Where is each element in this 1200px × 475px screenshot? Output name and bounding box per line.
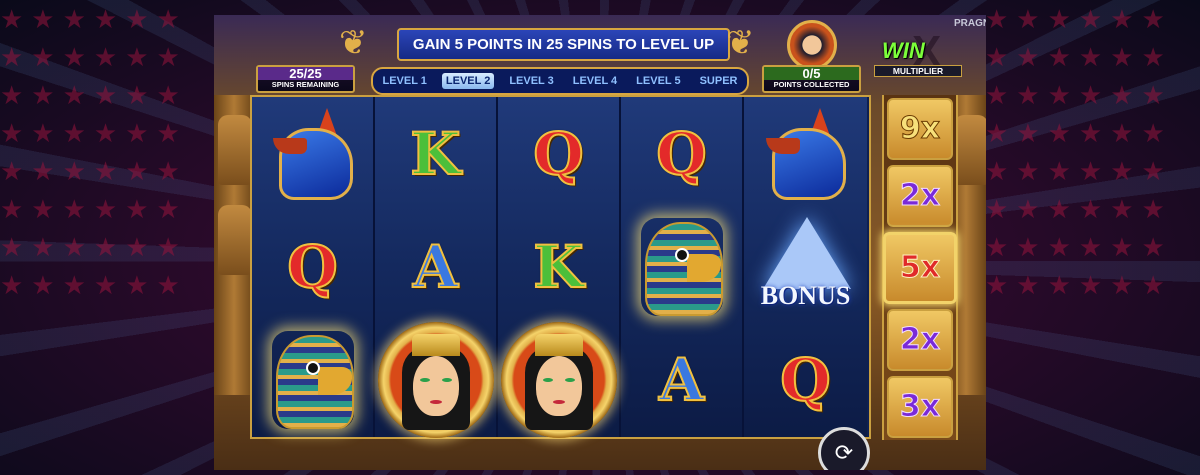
k-symbol: K [532, 232, 584, 301]
multiplier-tile: 3x [887, 375, 953, 438]
slot-game-window: ❦ GAIN 5 POINTS IN 25 SPINS TO LEVEL UP … [214, 15, 986, 470]
q-symbol: Q [779, 345, 832, 414]
reel-3: Q K [498, 97, 621, 438]
symbol-cell [498, 321, 619, 438]
symbol-cell [744, 97, 867, 210]
pharaoh-statue-icon [954, 115, 986, 185]
symbol-cell: Q [744, 323, 867, 436]
cleopatra-avatar-icon [787, 20, 837, 70]
symbol-cell [252, 323, 373, 436]
k-symbol: K [409, 119, 461, 188]
q-symbol: Q [532, 119, 585, 188]
provider-logo: PRAGN [954, 18, 986, 29]
winged-emblem-right-icon: ❦ [726, 24, 755, 62]
cleopatra-scatter-icon [500, 321, 617, 438]
symbol-cell: Q [252, 210, 373, 323]
anubis-symbol-icon [272, 107, 353, 200]
anubis-symbol-icon [765, 107, 846, 200]
reel-2: K A [375, 97, 498, 438]
points-collected-counter: 0/5 POINTS COLLECTED [762, 65, 861, 93]
multiplier-reel: 9x 2x 5x 2x 3x [882, 95, 958, 440]
bonus-label: BONUS [760, 280, 851, 310]
level-progress-bar: LEVEL 1 LEVEL 2 LEVEL 3 LEVEL 4 LEVEL 5 … [371, 67, 749, 95]
spin-button[interactable]: ⟳ [818, 427, 870, 470]
symbol-cell: BONUS [744, 210, 867, 323]
multiplier-tile: 2x [887, 164, 953, 227]
star-pattern-left: ★★★★★★★★★★★★★★★★★★★★★★★★★★★★★★★★★★★★★★★★… [0, 4, 188, 300]
points-collected-label: POINTS COLLECTED [773, 80, 850, 89]
horus-symbol-icon [641, 218, 723, 316]
multiplier-tile: 2x [887, 308, 953, 371]
level-4-tab: LEVEL 4 [572, 75, 618, 87]
level-2-tab: LEVEL 2 [441, 73, 495, 89]
symbol-cell [375, 321, 496, 438]
symbol-cell: A [375, 210, 496, 323]
star-pattern-right: ★★★★★★★★★★★★★★★★★★★★★★★★★★★★★★★★★★★★★★★★… [985, 4, 1173, 300]
pharaoh-statue-icon [218, 205, 252, 275]
bonus-pyramid-icon: BONUS [747, 216, 865, 317]
spins-remaining-counter: 25/25 SPINS REMAINING [256, 65, 355, 93]
a-symbol: A [658, 345, 705, 414]
winged-emblem-left-icon: ❦ [339, 24, 368, 62]
objective-text: GAIN 5 POINTS IN 25 SPINS TO LEVEL UP [412, 36, 715, 53]
spin-arrow-icon: ⟳ [834, 440, 854, 465]
spins-remaining-label: SPINS REMAINING [271, 80, 340, 89]
pharaoh-statue-icon [218, 115, 252, 185]
level-5-tab: LEVEL 5 [636, 75, 681, 87]
win-multiplier-logo: X WIN MULTIPLIER [874, 27, 962, 89]
points-collected-value: 0/5 [764, 67, 859, 80]
a-symbol: A [412, 232, 459, 301]
reel-4: Q A [621, 97, 744, 437]
symbol-cell [621, 210, 742, 323]
symbol-cell: A [621, 323, 742, 436]
q-symbol: Q [655, 119, 708, 188]
level-objective-banner: GAIN 5 POINTS IN 25 SPINS TO LEVEL UP [397, 28, 730, 61]
multiplier-logo-text: MULTIPLIER [874, 65, 962, 77]
symbol-cell: K [375, 97, 496, 210]
multiplier-tile-selected: 5x [883, 231, 957, 304]
symbol-cell: Q [498, 97, 619, 210]
symbol-cell [252, 97, 373, 210]
cleopatra-scatter-icon [377, 321, 494, 438]
reel-5: BONUS Q [744, 97, 867, 437]
q-symbol: Q [286, 232, 339, 301]
win-logo-text: WIN [882, 38, 925, 63]
reel-grid: Q K A Q K Q A BONUS Q [250, 95, 871, 439]
symbol-cell: Q [621, 97, 742, 210]
level-1-tab: LEVEL 1 [382, 75, 427, 87]
multiplier-tile: 9x [887, 97, 953, 160]
level-3-tab: LEVEL 3 [509, 75, 554, 87]
spins-remaining-value: 25/25 [258, 67, 353, 80]
horus-symbol-icon [272, 331, 354, 429]
symbol-cell: K [498, 210, 619, 323]
super-level-tab: SUPER [699, 75, 738, 87]
reel-1: Q [252, 97, 375, 437]
